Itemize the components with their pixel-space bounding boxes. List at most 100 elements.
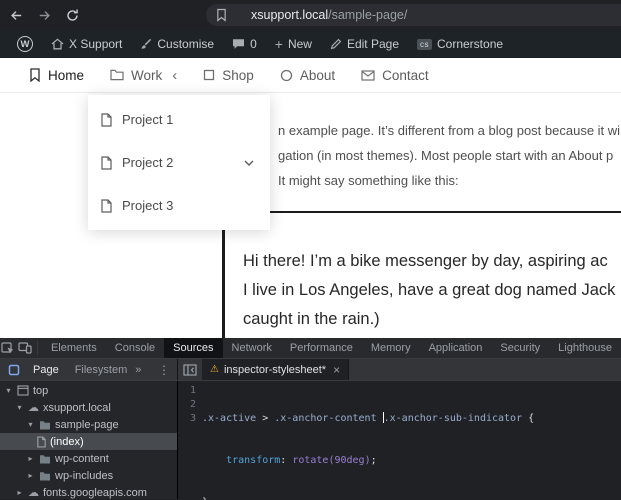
tree-item-xsupport-local[interactable]: ▾ ☁ xsupport.local (0, 399, 177, 416)
more-tabs-icon[interactable]: » (135, 364, 141, 376)
kebab-menu-icon[interactable]: ⋮ (151, 363, 177, 377)
page-icon (101, 199, 112, 213)
close-icon[interactable]: × (333, 363, 340, 377)
admin-bar-cornerstone[interactable]: cs Cornerstone (408, 30, 512, 58)
code-line: .x-active > .x-anchor-content .x-anchor-… (202, 412, 621, 426)
tab-performance[interactable]: Performance (281, 338, 362, 358)
expand-arrow-icon[interactable]: ▾ (4, 386, 13, 395)
line-number: 1 (178, 384, 196, 398)
paragraph-line: gation (in most themes). Most people sta… (278, 148, 613, 163)
bookmark-icon (29, 68, 41, 82)
nav-item-home[interactable]: Home (16, 58, 97, 93)
code-line: transform: rotate(90deg); (202, 454, 621, 468)
tree-item-label: wp-includes (55, 470, 113, 482)
editor-tab-inspector-stylesheet[interactable]: ⚠ inspector-stylesheet* × (202, 359, 349, 380)
devtools-panel: Elements Console Sources Network Perform… (0, 338, 621, 500)
admin-bar-site-name[interactable]: X Support (42, 30, 131, 58)
admin-bar-customize[interactable]: Customise (131, 30, 223, 58)
back-button[interactable] (8, 7, 24, 23)
edit-page-label: Edit Page (347, 37, 399, 51)
blockquote-line: I live in Los Angeles, have a great dog … (243, 276, 621, 305)
expand-arrow-icon[interactable]: ▸ (15, 488, 24, 497)
dropdown-item-label: Project 3 (122, 198, 173, 213)
dropdown-item-project-2[interactable]: Project 2 (88, 141, 270, 184)
tab-elements[interactable]: Elements (42, 338, 106, 358)
url-host: xsupport.local (251, 8, 328, 22)
navigator-tab-page[interactable]: Page (25, 364, 67, 376)
toggle-navigator-icon[interactable] (178, 359, 202, 380)
device-toolbar-icon[interactable] (17, 338, 34, 358)
cloud-icon: ☁ (28, 487, 39, 498)
tree-item-label: wp-content (55, 453, 109, 465)
folder-icon (110, 69, 124, 81)
refresh-button[interactable] (64, 7, 80, 23)
expand-arrow-icon[interactable]: ▸ (26, 454, 35, 463)
warning-icon: ⚠ (210, 364, 219, 375)
tab-network[interactable]: Network (223, 338, 281, 358)
submenu-indicator-icon: ‹ (172, 68, 177, 83)
folder-icon (39, 454, 51, 464)
devtools-tab-bar: Elements Console Sources Network Perform… (0, 338, 621, 359)
devtools-body: ▾ top ▾ ☁ xsupport.local ▾ sample- (0, 381, 621, 499)
admin-bar-edit-page[interactable]: Edit Page (321, 30, 408, 58)
tab-lighthouse[interactable]: Lighthouse (549, 338, 621, 358)
divider (37, 341, 38, 355)
page-icon (101, 113, 112, 127)
tree-item-sample-page[interactable]: ▾ sample-page (0, 416, 177, 433)
forward-button[interactable] (36, 7, 52, 23)
page-icon (101, 156, 112, 170)
editor-tab-bar: ⚠ inspector-stylesheet* × (178, 359, 621, 380)
chevron-down-icon (244, 160, 254, 166)
expand-arrow-icon[interactable]: ▾ (15, 403, 24, 412)
paragraph-line: It might say something like this: (278, 173, 459, 188)
nav-item-shop[interactable]: Shop (190, 58, 267, 93)
folder-icon (39, 420, 51, 430)
code-content: .x-active > .x-anchor-content .x-anchor-… (202, 384, 621, 499)
nav-shop-label: Shop (222, 68, 254, 83)
tree-item-index[interactable]: (index) (0, 433, 177, 450)
line-number-gutter[interactable]: 1 2 3 (178, 384, 202, 499)
address-bar[interactable]: xsupport.local/sample-page/ (206, 4, 621, 26)
tree-item-wp-includes[interactable]: ▸ wp-includes (0, 467, 177, 484)
tree-item-fonts-googleapis[interactable]: ▸ ☁ fonts.googleapis.com (0, 484, 177, 499)
code-editor[interactable]: 1 2 3 .x-active > .x-anchor-content .x-a… (178, 381, 621, 499)
line-number: 3 (178, 412, 196, 426)
tab-sources[interactable]: Sources (164, 338, 222, 358)
dropdown-item-project-1[interactable]: Project 1 (88, 98, 270, 141)
inspect-element-icon[interactable] (0, 338, 17, 358)
dropdown-item-label: Project 2 (122, 155, 173, 170)
nav-item-work[interactable]: Work ‹ (97, 58, 190, 93)
frame-icon (17, 385, 29, 396)
code-line: } (202, 496, 621, 500)
wp-admin-bar: W X Support Customise 0 + New (0, 30, 621, 58)
tab-console[interactable]: Console (106, 338, 164, 358)
admin-bar-new[interactable]: + New (266, 30, 321, 58)
tab-memory[interactable]: Memory (362, 338, 420, 358)
expand-arrow-icon[interactable]: ▸ (26, 471, 35, 480)
tab-application[interactable]: Application (420, 338, 492, 358)
paragraph-line: n example page. It’s different from a bl… (278, 123, 620, 138)
dropdown-item-project-3[interactable]: Project 3 (88, 184, 270, 227)
tree-item-wp-content[interactable]: ▸ wp-content (0, 450, 177, 467)
nav-item-about[interactable]: About (267, 58, 348, 93)
devtools-second-toolbar: Page Filesystem » ⋮ ⚠ inspector-styleshe… (0, 359, 621, 381)
cornerstone-icon: cs (417, 39, 432, 50)
tree-item-label: xsupport.local (43, 402, 111, 414)
site-navbar: Home Work ‹ Shop About Contact (0, 58, 621, 93)
envelope-icon (361, 70, 375, 81)
wordpress-logo-icon: W (17, 36, 33, 52)
site-name-label: X Support (69, 37, 122, 51)
editor-tab-label: inspector-stylesheet* (224, 364, 326, 376)
wp-logo-menu[interactable]: W (8, 30, 42, 58)
dropdown-item-label: Project 1 (122, 112, 173, 127)
tree-item-top[interactable]: ▾ top (0, 382, 177, 399)
admin-bar-comments[interactable]: 0 (223, 30, 266, 58)
nav-item-contact[interactable]: Contact (348, 58, 442, 93)
bookmark-icon[interactable] (216, 8, 227, 22)
screen: xsupport.local/sample-page/ W X Support … (0, 0, 621, 500)
panel-icon[interactable] (3, 364, 25, 376)
navigator-tab-filesystem[interactable]: Filesystem (67, 364, 136, 376)
tab-security[interactable]: Security (491, 338, 549, 358)
cloud-icon: ☁ (28, 402, 39, 413)
expand-arrow-icon[interactable]: ▾ (26, 420, 35, 429)
